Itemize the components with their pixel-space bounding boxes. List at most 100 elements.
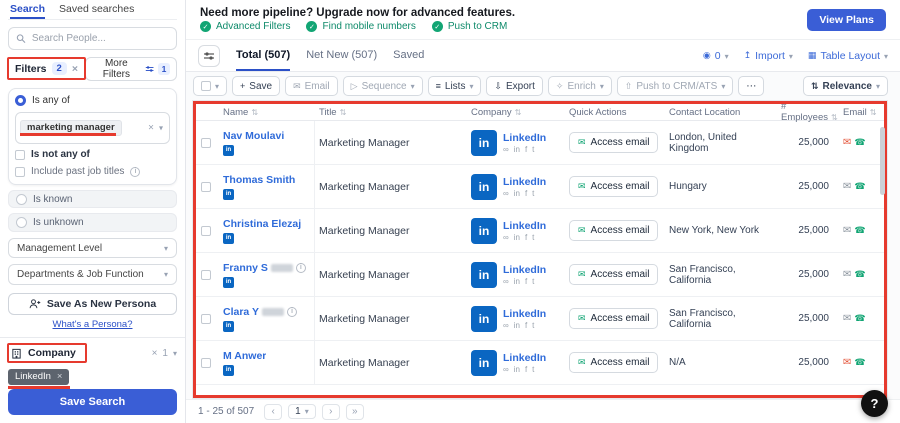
facebook-icon[interactable]: f [525,190,527,198]
column-header-email[interactable]: Email [839,107,887,118]
twitter-icon[interactable]: t [532,322,534,330]
prev-page-button[interactable] [264,404,282,420]
access-email-button[interactable]: Access email [569,220,658,241]
facebook-icon[interactable]: f [525,322,527,330]
save-persona-button[interactable]: Save As New Persona [8,293,177,315]
company-link[interactable]: LinkedIn [503,264,546,276]
linkedin-profile-icon[interactable]: in [223,233,234,244]
contact-credits-button[interactable] [843,137,866,148]
sort-icon[interactable] [828,112,838,123]
info-icon[interactable] [130,167,140,177]
contact-credits-button[interactable] [843,181,866,192]
sort-icon[interactable] [867,107,877,118]
is-known-option[interactable]: Is known [8,190,177,209]
tab-search[interactable]: Search [10,3,45,19]
credits-dropdown[interactable]: ◉ 0 [703,50,729,62]
info-icon[interactable] [296,263,306,273]
people-search-box[interactable] [8,27,177,50]
save-button[interactable]: + Save [232,76,280,96]
whats-persona-link[interactable]: What's a Persona? [8,319,177,330]
column-header-title[interactable]: Title [315,107,467,118]
export-button[interactable]: ⇩ Export [486,76,542,96]
remove-tag-icon[interactable] [57,371,63,382]
access-email-button[interactable]: Access email [569,132,658,153]
search-input[interactable] [32,33,169,44]
website-link-icon[interactable]: ∞ [503,146,509,154]
last-page-button[interactable] [346,404,364,420]
twitter-icon[interactable]: t [532,366,534,374]
sort-dropdown[interactable]: ⇅ Relevance [803,76,888,96]
job-title-input[interactable]: marketing manager [15,112,170,144]
person-name-link[interactable]: Christina Elezaj [223,218,301,230]
sort-icon[interactable] [337,107,347,118]
linkedin-icon[interactable]: in [514,234,520,242]
tab-total[interactable]: Total (507) [236,40,290,71]
import-dropdown[interactable]: ↥ Import [744,50,793,62]
company-logo[interactable]: in [471,350,497,376]
email-button[interactable]: Email [285,76,338,96]
person-name-link[interactable]: Clara Y [223,306,259,318]
access-email-button[interactable]: Access email [569,176,658,197]
facebook-icon[interactable]: f [525,234,527,242]
table-scrollbar[interactable] [880,127,885,195]
select-all-dropdown[interactable] [193,76,227,96]
push-to-crm-button[interactable]: ⇧ Push to CRM/ATS [617,76,734,96]
company-filter[interactable]: Company [8,344,86,362]
company-link[interactable]: LinkedIn [503,132,546,144]
linkedin-profile-icon[interactable]: in [223,277,234,288]
company-link[interactable]: LinkedIn [503,352,546,364]
tab-saved-searches[interactable]: Saved searches [59,3,134,19]
linkedin-profile-icon[interactable]: in [223,365,234,376]
company-logo[interactable]: in [471,174,497,200]
website-link-icon[interactable]: ∞ [503,234,509,242]
row-checkbox[interactable] [201,138,211,148]
facebook-icon[interactable]: f [525,366,527,374]
clear-company-icon[interactable] [152,348,158,359]
person-name-link[interactable]: Nav Moulavi [223,130,284,142]
more-actions-button[interactable]: ⋯ [738,76,764,96]
website-link-icon[interactable]: ∞ [503,366,509,374]
view-plans-button[interactable]: View Plans [807,9,886,31]
facebook-icon[interactable]: f [525,146,527,154]
contact-credits-button[interactable] [843,313,866,324]
access-email-button[interactable]: Access email [569,308,658,329]
is-any-of-option[interactable]: Is any of [15,95,170,107]
contact-credits-button[interactable] [843,357,866,368]
help-button[interactable]: ? [861,390,888,417]
save-search-button[interactable]: Save Search [8,389,177,415]
include-past-titles-option[interactable]: Include past job titles [15,166,170,178]
linkedin-icon[interactable]: in [514,366,520,374]
access-email-button[interactable]: Access email [569,264,658,285]
facebook-icon[interactable]: f [525,278,527,286]
person-name-link[interactable]: Franny S [223,262,268,274]
company-link[interactable]: LinkedIn [503,176,546,188]
company-logo[interactable]: in [471,218,497,244]
person-name-link[interactable]: M Anwer [223,350,266,362]
clear-filters-icon[interactable] [72,63,78,75]
next-page-button[interactable] [322,404,340,420]
linkedin-icon[interactable]: in [514,322,520,330]
linkedin-icon[interactable]: in [514,190,520,198]
row-checkbox[interactable] [201,182,211,192]
sequence-button[interactable]: ▷ Sequence [343,76,423,96]
row-checkbox[interactable] [201,358,211,368]
select-all-checkbox[interactable] [201,81,211,91]
column-header-employees[interactable]: # Employees [777,101,839,123]
management-level-dropdown[interactable]: Management Level [8,238,177,258]
access-email-button[interactable]: Access email [569,352,658,373]
linkedin-profile-icon[interactable]: in [223,189,234,200]
linkedin-icon[interactable]: in [514,278,520,286]
company-logo[interactable]: in [471,130,497,156]
more-filters-button[interactable]: More Filters 1 [85,57,177,81]
linkedin-profile-icon[interactable]: in [223,321,234,332]
clear-tag-icon[interactable] [148,122,154,133]
filters-toggle-button[interactable] [198,45,220,67]
row-checkbox[interactable] [201,314,211,324]
is-not-any-of-option[interactable]: Is not any of [15,149,170,161]
row-checkbox[interactable] [201,226,211,236]
column-header-name[interactable]: Name [219,107,315,118]
company-tag-linkedin[interactable]: LinkedIn [8,369,69,385]
enrich-button[interactable]: ✧ Enrich [548,76,612,96]
website-link-icon[interactable]: ∞ [503,278,509,286]
twitter-icon[interactable]: t [532,190,534,198]
